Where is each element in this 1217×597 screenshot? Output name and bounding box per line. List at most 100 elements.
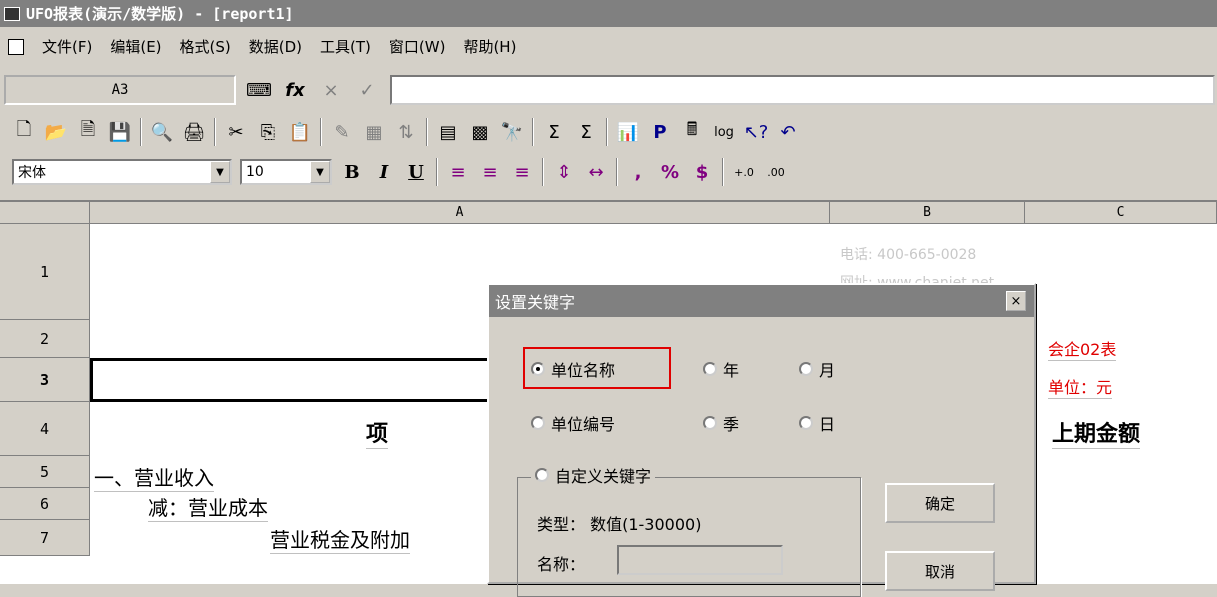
row-header-5[interactable]: 5 [0, 456, 90, 488]
formula-bar: A3 ⌨ fx × ✓ [0, 70, 1217, 110]
percent-button[interactable]: % [658, 160, 682, 184]
radio-label: 季 [723, 415, 740, 434]
document-icon[interactable] [8, 38, 24, 55]
comma-button[interactable]: , [626, 160, 650, 184]
cell-a5[interactable]: 一、营业收入 [94, 462, 214, 492]
p-icon[interactable]: P [648, 120, 672, 144]
formula-input[interactable] [390, 75, 1215, 105]
menu-data[interactable]: 数据(D) [249, 36, 302, 57]
row-header-4[interactable]: 4 [0, 402, 90, 456]
chart-icon[interactable]: 📊 [616, 120, 640, 144]
selected-cell-a3[interactable] [90, 358, 490, 402]
chevron-down-icon[interactable]: ▼ [210, 161, 230, 183]
align-right-icon[interactable]: ≡ [510, 160, 534, 184]
standard-toolbar: 🗋 📂 🗎 💾 🔍 🖨 ✂ ⎘ 📋 ✎ ▦ ⇅ ▤ ▩ 🔭 Σ Σ 📊 P 🖩 … [0, 112, 1217, 152]
window-title: UFO报表(演示/数学版) - [report1] [26, 5, 294, 23]
cell-a7[interactable]: 营业税金及附加 [270, 524, 410, 554]
bold-button[interactable]: B [340, 160, 364, 184]
cell-c2[interactable]: 会企02表 [1048, 336, 1117, 361]
vertical-align-icon[interactable]: ⇕ [552, 160, 576, 184]
radio-icon[interactable] [799, 416, 813, 430]
radio-month[interactable]: 月 [799, 357, 835, 381]
grid-icon[interactable]: ▩ [468, 120, 492, 144]
help-pointer-icon[interactable]: ↖? [744, 120, 769, 144]
radio-icon[interactable] [535, 468, 549, 482]
copy-icon[interactable]: ⎘ [256, 120, 280, 144]
font-select[interactable]: 宋体 ▼ [12, 159, 232, 185]
keyboard-icon[interactable]: ⌨ [246, 80, 272, 101]
close-button[interactable]: × [1006, 291, 1026, 311]
radio-icon[interactable] [703, 362, 717, 376]
fill-icon[interactable]: ▦ [362, 120, 386, 144]
font-size-select[interactable]: 10 ▼ [240, 159, 332, 185]
new-icon[interactable]: 🗋 [12, 119, 36, 144]
app-icon [4, 6, 20, 21]
name-input [617, 545, 783, 575]
cell-reference-box[interactable]: A3 [4, 75, 236, 105]
underline-button[interactable]: U [404, 160, 428, 184]
find-icon[interactable]: 🔭 [500, 120, 524, 144]
paste-icon[interactable]: 📋 [288, 120, 312, 144]
cell-c4[interactable]: 上期金额 [1052, 416, 1141, 449]
radio-custom-keyword[interactable]: 自定义关键字 [531, 463, 656, 487]
open-icon[interactable]: 📂 [44, 120, 68, 144]
italic-button[interactable]: I [372, 160, 396, 184]
column-header-b[interactable]: B [830, 202, 1025, 224]
menu-format[interactable]: 格式(S) [180, 36, 231, 57]
confirm-icon[interactable]: ✓ [354, 80, 380, 101]
cell-c3[interactable]: 单位：元 [1048, 374, 1113, 399]
log-icon[interactable]: log [712, 120, 736, 144]
custom-keyword-group [517, 477, 861, 597]
radio-label: 单位名称 [551, 361, 616, 380]
row-header-7[interactable]: 7 [0, 520, 90, 556]
row-header-1[interactable]: 1 [0, 224, 90, 320]
radio-unit-name[interactable]: 单位名称 [531, 357, 615, 381]
corner-header[interactable] [0, 202, 90, 224]
calculator-icon[interactable]: 🖩 [680, 119, 704, 144]
menu-file[interactable]: 文件(F) [42, 36, 92, 57]
table-icon[interactable]: ▤ [436, 120, 460, 144]
menu-tools[interactable]: 工具(T) [320, 36, 371, 57]
chevron-down-icon[interactable]: ▼ [310, 161, 330, 183]
sum-icon[interactable]: Σ [542, 120, 566, 144]
column-header-c[interactable]: C [1025, 202, 1217, 224]
cancel-icon[interactable]: × [318, 80, 344, 101]
radio-icon[interactable] [531, 416, 545, 430]
radio-icon[interactable] [799, 362, 813, 376]
align-center-icon[interactable]: ≡ [478, 160, 502, 184]
cut-icon[interactable]: ✂ [224, 120, 248, 144]
radio-year[interactable]: 年 [703, 357, 739, 381]
radio-icon[interactable] [703, 416, 717, 430]
cell-a4[interactable]: 项 [366, 416, 389, 449]
menu-window[interactable]: 窗口(W) [389, 36, 446, 57]
ok-button[interactable]: 确定 [885, 483, 995, 523]
column-header-a[interactable]: A [90, 202, 830, 224]
currency-button[interactable]: $ [690, 160, 714, 184]
align-left-icon[interactable]: ≡ [446, 160, 470, 184]
doc-icon[interactable]: 🗎 [76, 119, 100, 144]
decrease-decimal-icon[interactable]: .00 [764, 160, 788, 184]
function-icon[interactable]: fx [282, 80, 308, 101]
sum-column-icon[interactable]: Σ [574, 120, 598, 144]
row-header-2[interactable]: 2 [0, 320, 90, 358]
radio-unit-code[interactable]: 单位编号 [531, 411, 615, 435]
format-painter-icon[interactable]: ✎ [330, 120, 354, 144]
row-header-3[interactable]: 3 [0, 358, 90, 402]
radio-selected-icon[interactable] [531, 362, 545, 376]
radio-label: 日 [819, 415, 836, 434]
radio-day[interactable]: 日 [799, 411, 835, 435]
menu-help[interactable]: 帮助(H) [463, 36, 516, 57]
radio-quarter[interactable]: 季 [703, 411, 739, 435]
sort-icon[interactable]: ⇅ [394, 120, 418, 144]
cancel-button[interactable]: 取消 [885, 551, 995, 591]
print-preview-icon[interactable]: 🔍 [150, 120, 174, 144]
menu-edit[interactable]: 编辑(E) [110, 36, 161, 57]
radio-label: 单位编号 [551, 415, 616, 434]
row-header-6[interactable]: 6 [0, 488, 90, 520]
increase-decimal-icon[interactable]: +.0 [732, 160, 756, 184]
undo-icon[interactable]: ↶ [776, 120, 800, 144]
save-icon[interactable]: 💾 [108, 120, 132, 144]
horizontal-fit-icon[interactable]: ↔ [584, 160, 608, 184]
print-icon[interactable]: 🖨 [182, 120, 206, 144]
cell-a6[interactable]: 减：营业成本 [148, 492, 268, 522]
